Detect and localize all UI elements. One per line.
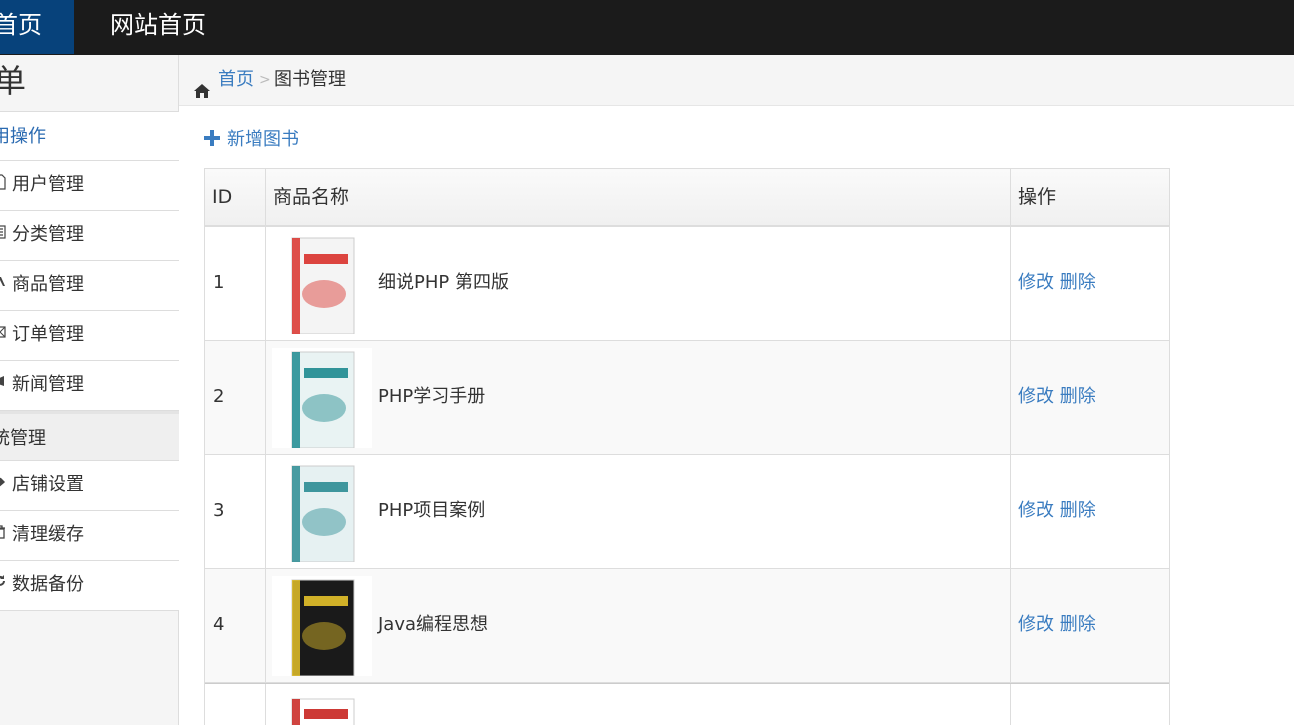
header-actions: 操作 — [1018, 186, 1057, 208]
table-row: 2 PHP学习手册 修改 删除 — [205, 341, 1169, 455]
sidebar-group-label: 用操作 — [0, 126, 46, 147]
row-id: 2 — [213, 386, 225, 407]
edit-link[interactable]: 修改 — [1018, 500, 1054, 521]
row-actions: 修改 删除 — [1018, 455, 1096, 567]
edit-link[interactable]: 修改 — [1018, 614, 1054, 635]
refresh-icon — [0, 562, 10, 610]
breadcrumb-home-link[interactable]: 首页 — [218, 55, 254, 105]
books-table: ID 商品名称 操作 1 细说PHP 第四版 修改 删除 2 PHP学习手册 修改 删除 3… — [204, 168, 1170, 725]
book-cover-thumbnail — [272, 348, 372, 449]
plus-icon — [203, 127, 221, 146]
sidebar-item-label: 商品管理 — [12, 274, 84, 295]
table-row — [205, 683, 1169, 725]
sidebar-item-users[interactable]: 用户管理 — [0, 161, 179, 211]
row-id: 4 — [213, 614, 225, 635]
book-cover-thumbnail — [272, 234, 372, 335]
delete-link[interactable]: 删除 — [1060, 386, 1096, 407]
sidebar-item-label: 店铺设置 — [12, 474, 84, 495]
wrench-icon — [0, 462, 10, 510]
sidebar-item-products[interactable]: 商品管理 — [0, 261, 179, 311]
sidebar-item-orders[interactable]: 订单管理 — [0, 311, 179, 361]
edit-link[interactable]: 修改 — [1018, 272, 1054, 293]
file-icon — [0, 162, 10, 210]
sidebar-item-label: 新闻管理 — [12, 374, 84, 395]
book-name: PHP项目案例 — [378, 500, 486, 521]
breadcrumb-separator-icon: > — [259, 72, 271, 88]
book-name: Java编程思想 — [378, 614, 489, 635]
header-name: 商品名称 — [273, 186, 350, 208]
sidebar-item-news[interactable]: 新闻管理 — [0, 361, 179, 411]
delete-link[interactable]: 删除 — [1060, 614, 1096, 635]
sidebar-item-label: 用户管理 — [12, 174, 84, 195]
table-header: ID 商品名称 操作 — [205, 169, 1169, 227]
sidebar-title: 单 — [0, 62, 27, 100]
book-name: 细说PHP 第四版 — [378, 272, 509, 293]
row-actions: 修改 删除 — [1018, 341, 1096, 453]
row-id: 3 — [213, 500, 225, 521]
bullhorn-icon — [0, 362, 10, 410]
sidebar-item-label: 分类管理 — [12, 224, 84, 245]
sidebar: 单 用操作 用户管理 分类管理 商品管理 订单管理 新闻管理 统管理 店铺设置 … — [0, 55, 179, 725]
nav-home-tab[interactable]: 首页 — [0, 0, 74, 54]
edit-link[interactable]: 修改 — [1018, 386, 1054, 407]
table-row: 3 PHP项目案例 修改 删除 — [205, 455, 1169, 569]
home-icon — [193, 70, 211, 98]
nav-site-home-link[interactable]: 网站首页 — [110, 0, 206, 54]
sidebar-item-label: 清理缓存 — [12, 524, 84, 545]
row-actions: 修改 删除 — [1018, 227, 1096, 339]
sidebar-item-label: 订单管理 — [12, 324, 84, 345]
envelope-icon — [0, 312, 10, 360]
sidebar-item-backup[interactable]: 数据备份 — [0, 561, 179, 611]
add-book-button[interactable]: 新增图书 — [203, 125, 299, 155]
add-book-label: 新增图书 — [227, 129, 299, 150]
sidebar-group-common[interactable]: 用操作 — [0, 111, 179, 161]
book-cover-thumbnail — [272, 691, 372, 725]
book-name: PHP学习手册 — [378, 386, 486, 407]
delete-link[interactable]: 删除 — [1060, 500, 1096, 521]
sidebar-item-shop-settings[interactable]: 店铺设置 — [0, 461, 179, 511]
sidebar-item-clear-cache[interactable]: 清理缓存 — [0, 511, 179, 561]
row-actions: 修改 删除 — [1018, 569, 1096, 681]
sidebar-item-categories[interactable]: 分类管理 — [0, 211, 179, 261]
table-row: 1 细说PHP 第四版 修改 删除 — [205, 227, 1169, 341]
table-row: 4 Java编程思想 修改 删除 — [205, 569, 1169, 683]
trash-icon — [0, 512, 10, 560]
delete-link[interactable]: 删除 — [1060, 272, 1096, 293]
sidebar-group-system[interactable]: 统管理 — [0, 411, 179, 461]
book-cover-thumbnail — [272, 462, 372, 563]
breadcrumb-current: 图书管理 — [274, 69, 346, 90]
book-cover-thumbnail — [272, 576, 372, 677]
top-navbar: 首页 网站首页 — [0, 0, 1294, 55]
sidebar-group-label: 统管理 — [0, 428, 46, 449]
breadcrumb: 首页 > 图书管理 — [179, 55, 1294, 106]
tag-icon — [0, 262, 10, 310]
list-icon — [0, 212, 10, 260]
sidebar-item-label: 数据备份 — [12, 574, 84, 595]
header-id: ID — [212, 186, 233, 208]
row-id: 1 — [213, 272, 225, 293]
